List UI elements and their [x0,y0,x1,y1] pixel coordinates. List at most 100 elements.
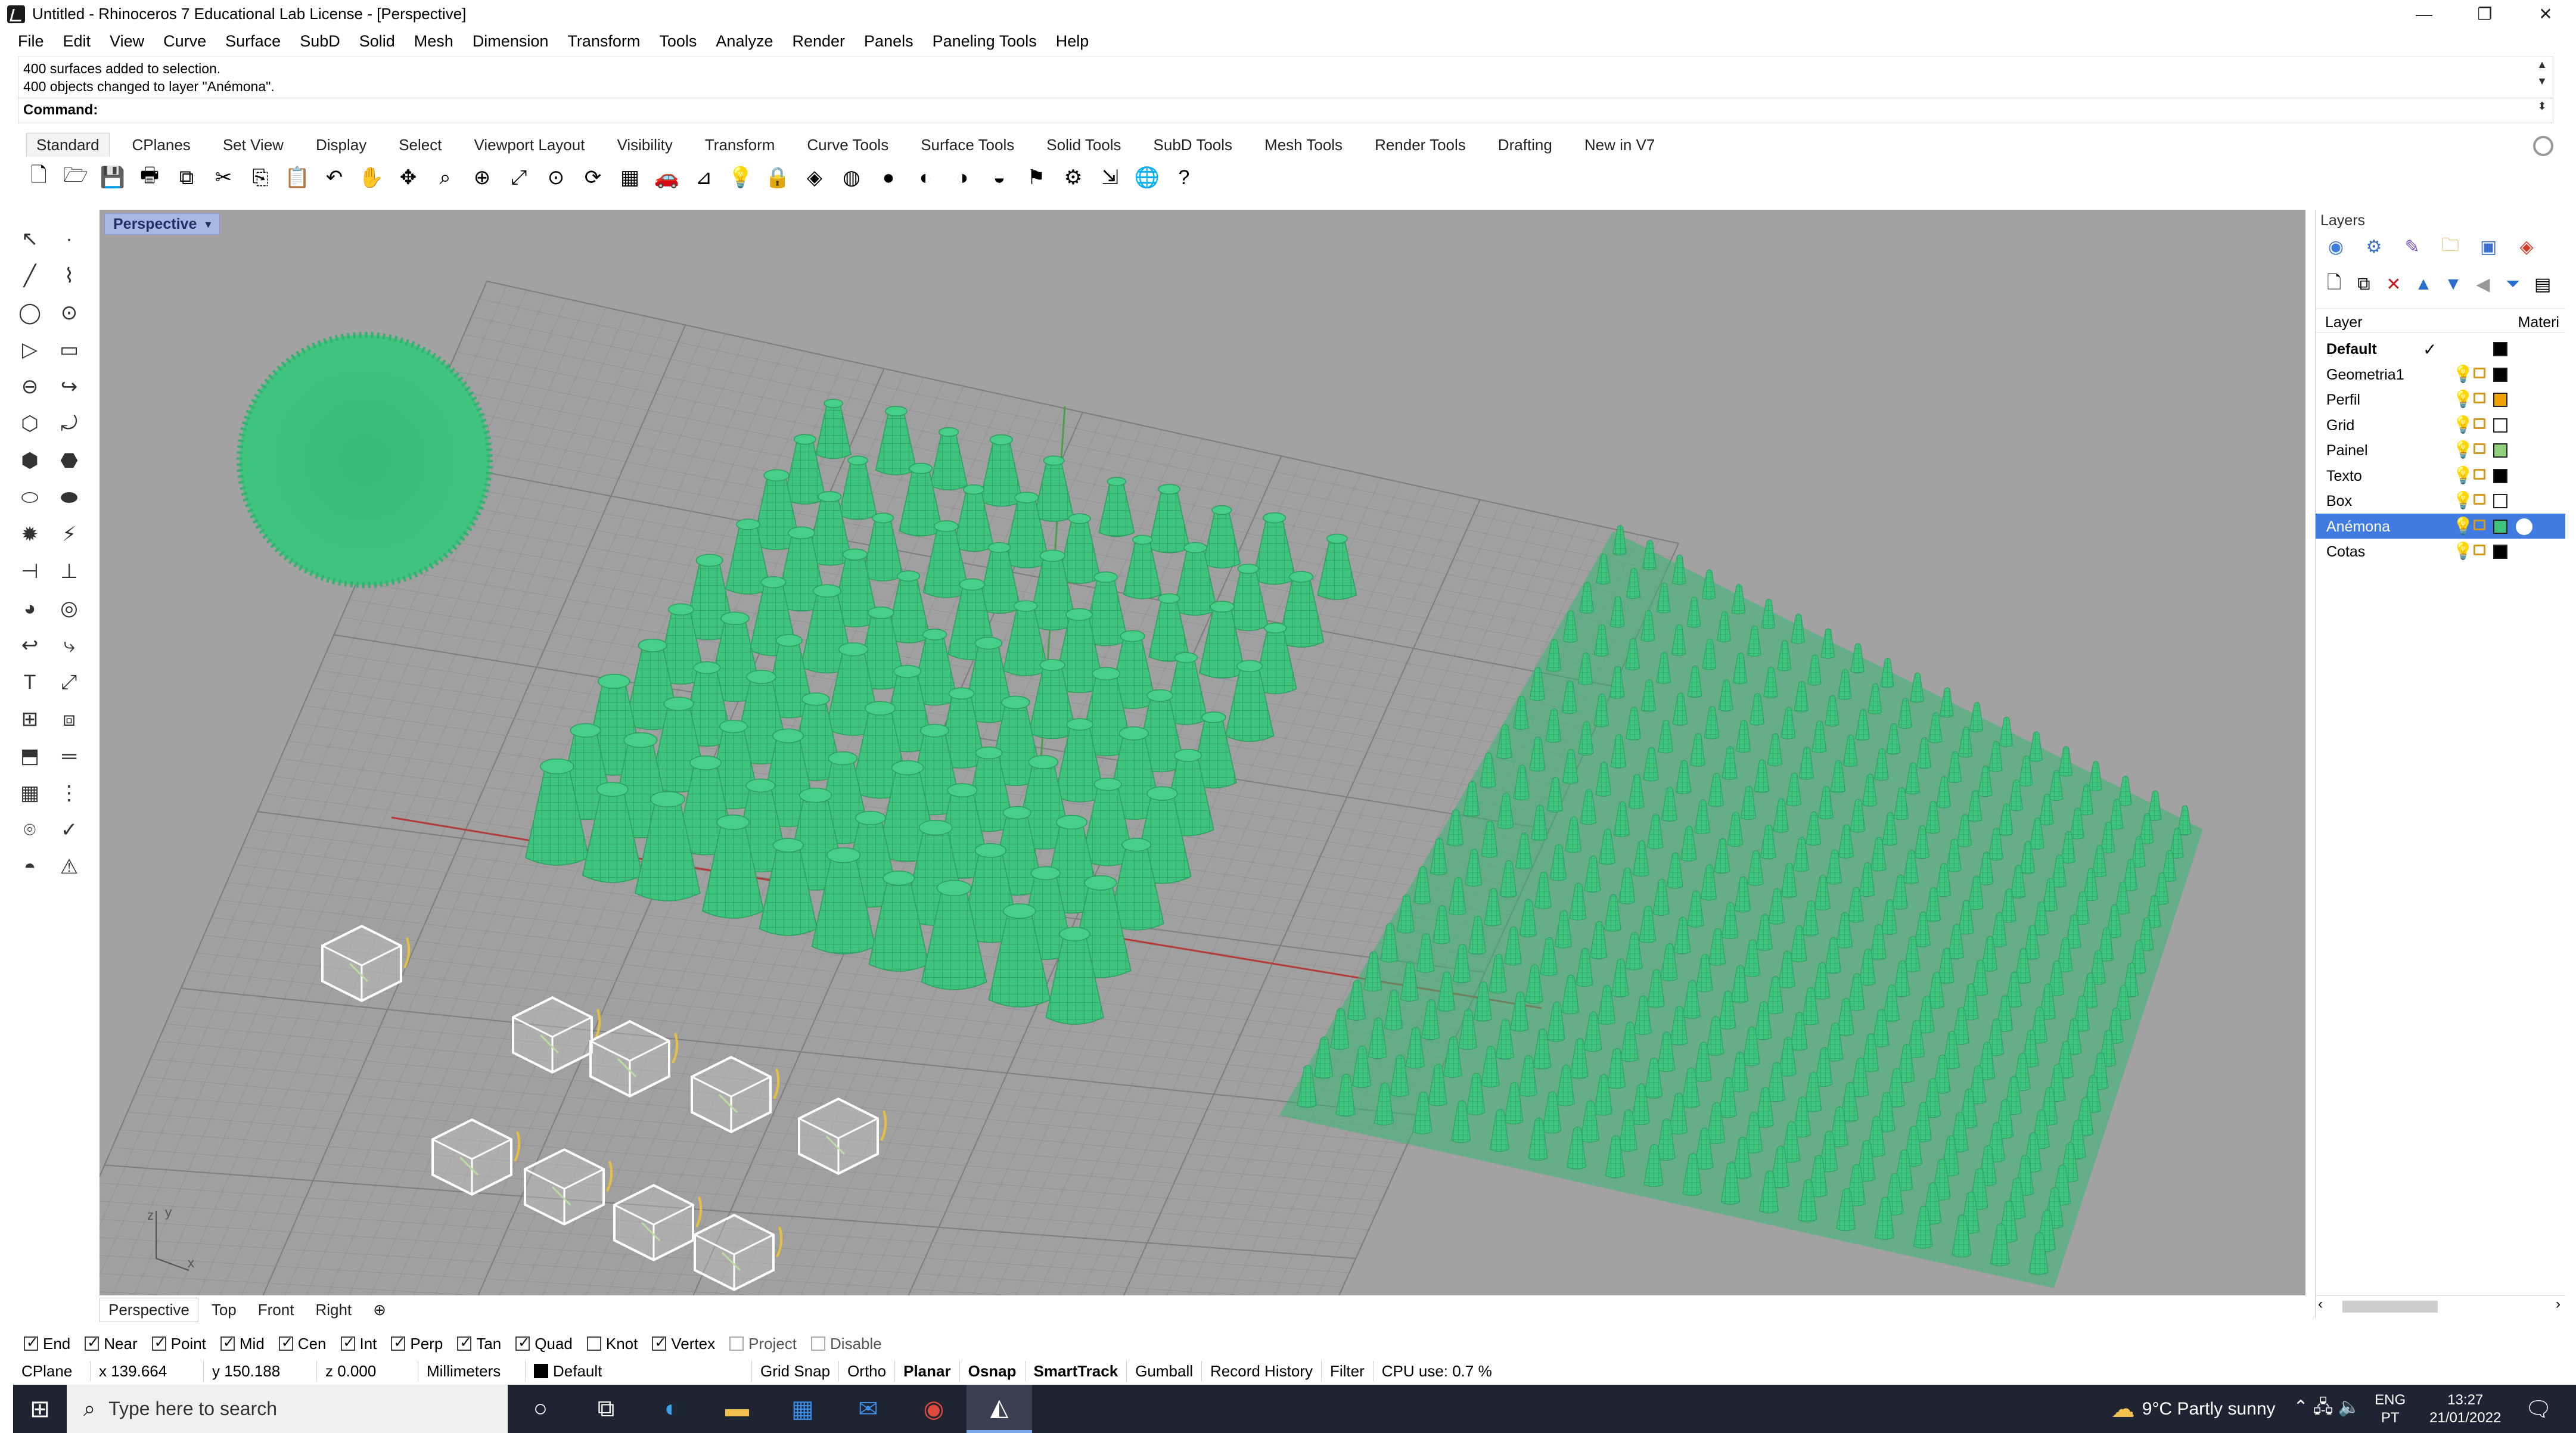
menu-subd[interactable]: SubD [300,32,340,51]
material-brush-icon[interactable]: ✎ [2399,235,2425,259]
osnap-perp[interactable]: Perp [391,1334,443,1353]
filter-toggle[interactable]: Filter [1322,1361,1374,1381]
new-layer-icon[interactable]: 🗋 [2323,272,2345,296]
palette-tool-icon[interactable]: · [52,223,86,254]
car-icon[interactable]: 🚗 [652,163,682,192]
four-views-icon[interactable]: ▦ [615,163,645,192]
rhino-taskbar-icon[interactable]: ◭ [967,1385,1032,1433]
tab-select[interactable]: Select [389,133,451,157]
layer-row[interactable]: Painel 💡 [2316,437,2565,463]
print-icon[interactable]: 🖶 [135,163,164,192]
tab-visibility[interactable]: Visibility [607,133,682,157]
horizontal-scrollbar[interactable]: ‹ › [2316,1295,2565,1316]
zoom-window-icon[interactable]: ⊕ [467,163,497,192]
chevron-down-icon[interactable]: ▾ [205,217,211,232]
grid-snap-toggle[interactable]: Grid Snap [752,1361,840,1381]
menu-render[interactable]: Render [792,32,845,51]
rendered-icon[interactable]: ◒ [984,163,1014,192]
undo-icon[interactable]: ↶ [319,163,349,192]
cplane-icon[interactable]: ⊿ [689,163,719,192]
osnap-disable[interactable]: Disable [811,1335,882,1353]
lightbulb-icon[interactable]: 💡 [2453,415,2474,434]
command-scroll-icon[interactable]: ⬍ [2534,100,2550,116]
layer-color-swatch[interactable] [2493,393,2507,407]
tools-icon[interactable]: ▤ [2531,272,2554,296]
menu-tools[interactable]: Tools [659,32,697,51]
checkbox[interactable] [811,1336,826,1351]
chrome-icon[interactable]: ◉ [901,1385,967,1433]
lock-icon[interactable] [2474,418,2485,429]
palette-tool-icon[interactable]: ⬬ [52,482,86,513]
tab-viewport-layout[interactable]: Viewport Layout [464,133,594,157]
wireframe-icon[interactable]: ◐ [911,163,940,192]
scroll-left-icon[interactable]: ‹ [2318,1296,2323,1313]
palette-tool-icon[interactable]: ⌇ [52,260,86,291]
osnap-toggle[interactable]: Osnap [960,1361,1026,1381]
viewport-tab-top[interactable]: Top [203,1298,245,1322]
notification-icon[interactable]: 🗨 [2525,1397,2552,1422]
help-icon[interactable]: ? [1169,163,1199,192]
settings-gear-icon[interactable] [2533,136,2553,156]
file-explorer-icon[interactable]: ▬ [704,1385,770,1433]
osnap-knot[interactable]: Knot [586,1335,638,1353]
palette-tool-icon[interactable]: ▭ [52,334,86,365]
checkbox[interactable] [652,1334,666,1351]
rotate-view-icon[interactable]: ✥ [393,163,423,192]
lightbulb-icon[interactable]: 💡 [2453,465,2474,485]
tab-drafting[interactable]: Drafting [1489,133,1562,157]
palette-tool-icon[interactable]: ⬒ [13,741,46,772]
smarttrack-toggle[interactable]: SmartTrack [1026,1361,1127,1381]
palette-tool-icon[interactable]: ⬭ [13,482,46,513]
tab-standard[interactable]: Standard [26,133,110,157]
palette-tool-icon[interactable]: ⤾ [52,408,86,439]
layer-color-swatch[interactable] [2493,443,2507,458]
layer-row[interactable]: Cotas 💡 [2316,539,2565,564]
osnap-end[interactable]: End [24,1334,70,1353]
lightbulb-icon[interactable]: 💡 [2453,364,2474,384]
osnap-near[interactable]: Near [85,1334,138,1353]
palette-tool-icon[interactable]: ⤢ [52,667,86,698]
cut-icon[interactable]: ✂ [209,163,238,192]
lightbulb-icon[interactable]: 💡 [2453,541,2474,561]
move-left-icon[interactable]: ◀ [2472,272,2494,296]
weather-widget[interactable]: ☁ 9°C Partly sunny [2111,1395,2276,1423]
viewport-tab-right[interactable]: Right [307,1298,360,1322]
zoom-extents-icon[interactable]: ⤢ [504,163,534,192]
lock-icon[interactable] [2474,393,2485,403]
mail-icon[interactable]: ✉ [835,1385,901,1433]
palette-tool-icon[interactable]: ⊣ [13,556,46,587]
viewport-tab-perspective[interactable]: Perspective [100,1297,198,1322]
palette-tool-icon[interactable]: ✓ [52,815,86,845]
palette-tool-icon[interactable]: ▦ [13,778,46,809]
rotate-icon[interactable]: ⟳ [578,163,608,192]
scroll-up-icon[interactable]: ▲ [2534,58,2550,74]
scroll-right-icon[interactable]: › [2556,1296,2561,1313]
checkbox[interactable] [151,1334,166,1351]
palette-tool-icon[interactable]: T [13,667,46,698]
scroll-down-icon[interactable]: ▼ [2534,75,2550,91]
layer-color-swatch[interactable] [2493,342,2507,356]
command-input[interactable]: Command: [18,98,2553,122]
checkbox[interactable] [515,1334,530,1351]
layer-color-swatch[interactable] [2493,418,2507,433]
osnap-point[interactable]: Point [151,1334,206,1353]
lightbulb-icon[interactable]: 💡 [2453,440,2474,459]
zoom-dynamic-icon[interactable]: ⌕ [430,163,460,192]
zoom-selected-icon[interactable]: ⊙ [541,163,571,192]
palette-tool-icon[interactable]: ↩ [13,630,46,661]
tab-surface-tools[interactable]: Surface Tools [911,133,1024,157]
palette-tool-icon[interactable]: ↖ [13,223,46,254]
palette-tool-icon[interactable]: ⊥ [52,556,86,587]
pan-icon[interactable]: ✋ [356,163,386,192]
viewport-title[interactable]: Perspective ▾ [104,213,220,235]
palette-tool-icon[interactable]: ↪ [52,371,86,402]
menu-mesh[interactable]: Mesh [414,32,453,51]
tab-mesh-tools[interactable]: Mesh Tools [1255,133,1352,157]
scroll-thumb[interactable] [2342,1301,2438,1313]
palette-tool-icon[interactable]: ⬣ [52,445,86,476]
import-icon[interactable]: ⧉ [172,163,201,192]
palette-tool-icon[interactable]: ═ [52,741,86,772]
lock-icon[interactable] [2474,468,2485,480]
osnap-vertex[interactable]: Vertex [652,1334,715,1353]
point-icon[interactable]: 💡 [726,163,756,192]
